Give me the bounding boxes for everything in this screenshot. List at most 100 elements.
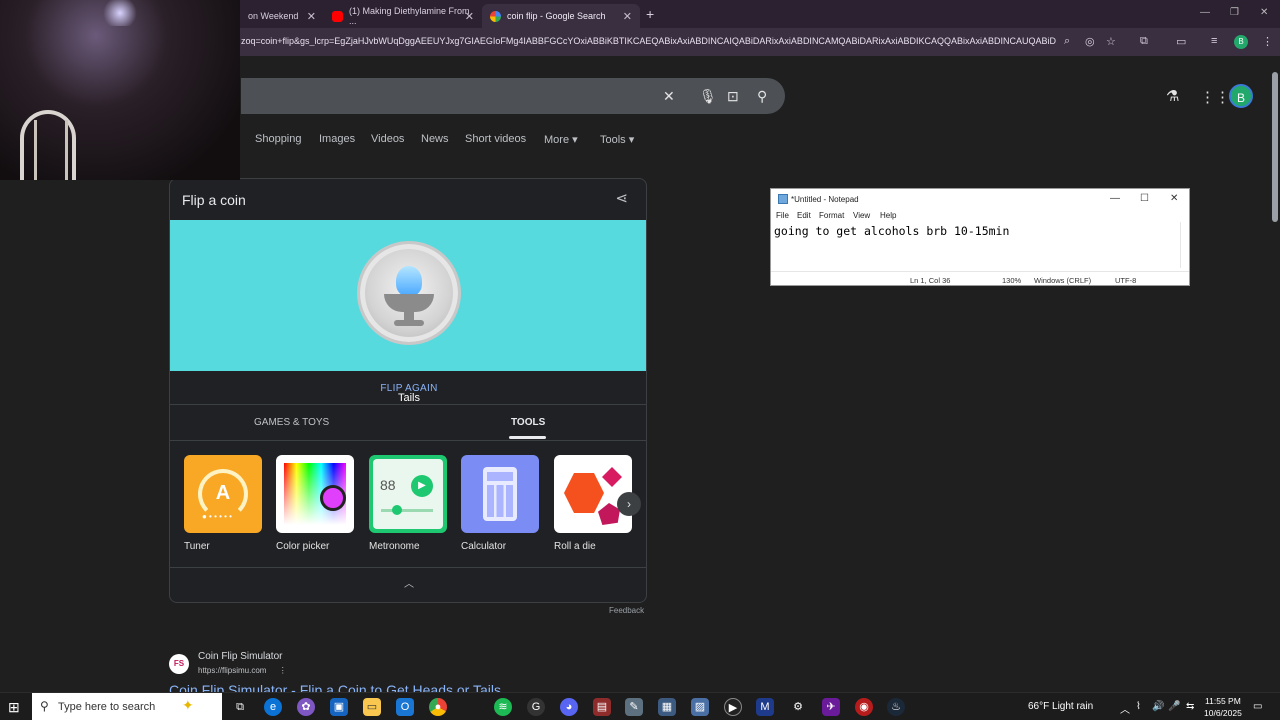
- menu-edit[interactable]: Edit: [797, 211, 811, 220]
- tool-color-picker[interactable]: Color picker: [276, 455, 354, 552]
- file-explorer-icon[interactable]: ▭: [363, 698, 381, 716]
- profile-avatar-small[interactable]: B: [1234, 35, 1248, 49]
- tab-games-toys[interactable]: GAMES & TOYS: [254, 417, 329, 428]
- minimize-icon[interactable]: —: [1110, 193, 1120, 204]
- nav-short-videos[interactable]: Short videos: [465, 133, 526, 145]
- apps-grid-icon[interactable]: ⋮⋮: [1200, 88, 1230, 106]
- eye-off-icon[interactable]: ◎: [1085, 35, 1095, 48]
- app-icon-2[interactable]: ✈: [822, 698, 840, 716]
- close-icon[interactable]: ✕: [1170, 193, 1178, 204]
- app-icon-3[interactable]: ◉: [855, 698, 873, 716]
- notepad-scrollbar[interactable]: [1180, 222, 1189, 268]
- coin[interactable]: [357, 241, 461, 345]
- profile-avatar[interactable]: B: [1229, 84, 1253, 108]
- new-tab-icon[interactable]: +: [646, 6, 654, 22]
- copilot-icon[interactable]: ✿: [297, 698, 315, 716]
- discord-icon[interactable]: ◕: [560, 698, 578, 716]
- search-icon[interactable]: ⚲: [757, 88, 767, 105]
- microphone-icon[interactable]: 🎙: [699, 88, 717, 105]
- edge-icon[interactable]: e: [264, 698, 282, 716]
- menu-file[interactable]: File: [776, 211, 789, 220]
- collapse-chevron-icon[interactable]: ︿: [170, 575, 646, 590]
- kebab-menu-icon[interactable]: ⋮: [1262, 35, 1273, 48]
- result-url-text: https://flipsimu.com: [198, 666, 267, 675]
- maximize-icon[interactable]: ❐: [1230, 7, 1239, 18]
- result-url[interactable]: https://flipsimu.com ⋮: [198, 666, 287, 675]
- nav-more[interactable]: More ▾: [544, 133, 578, 146]
- taskbar-search[interactable]: ⚲ Type here to search ✦: [32, 693, 222, 720]
- page-scrollbar[interactable]: [1270, 60, 1280, 692]
- search-icon: ⚲: [40, 699, 49, 713]
- tab-diethylamine[interactable]: (1) Making Diethylamine From ... ✕: [324, 4, 482, 28]
- weather-widget[interactable]: 66°F Light rain: [1028, 701, 1093, 712]
- color-picker-icon: [276, 455, 354, 533]
- nav-shopping[interactable]: Shopping: [255, 133, 302, 145]
- tray-overflow-icon[interactable]: ︿: [1120, 701, 1130, 716]
- settings-gear-icon[interactable]: ⚙: [789, 698, 807, 716]
- outlook-icon[interactable]: O: [396, 698, 414, 716]
- nav-tools-label: Tools: [600, 134, 626, 146]
- media-player-icon[interactable]: ▶: [724, 698, 742, 716]
- feedback-link[interactable]: Feedback: [609, 606, 644, 615]
- nav-news[interactable]: News: [421, 133, 449, 145]
- notifications-icon[interactable]: ▭: [1253, 701, 1262, 712]
- close-tab-icon[interactable]: ✕: [465, 10, 474, 23]
- zoom-icon[interactable]: ⌕: [1064, 35, 1070, 48]
- maximize-icon[interactable]: ☐: [1140, 193, 1149, 204]
- close-window-icon[interactable]: ✕: [1260, 7, 1268, 18]
- menu-view[interactable]: View: [853, 211, 870, 220]
- coin-display: Tails: [170, 220, 646, 404]
- nav-videos[interactable]: Videos: [371, 133, 404, 145]
- url-field[interactable]: zoq=coin+flip&gs_lcrp=EgZjaHJvbWUqDggAEE…: [241, 36, 1056, 46]
- notepad-taskbar-icon[interactable]: ✎: [625, 698, 643, 716]
- close-tab-icon[interactable]: ✕: [623, 10, 632, 23]
- tool-metronome[interactable]: 88 ▶ Metronome: [369, 455, 447, 552]
- tool-label: Tuner: [184, 541, 210, 552]
- photos-icon[interactable]: ▨: [691, 698, 709, 716]
- menu-help[interactable]: Help: [880, 211, 896, 220]
- scroll-thumb[interactable]: [1272, 72, 1278, 222]
- clear-search-icon[interactable]: ✕: [663, 88, 675, 105]
- screen-share-icon[interactable]: ▭: [1176, 35, 1186, 48]
- menu-format[interactable]: Format: [819, 211, 844, 220]
- clock-date: 10/6/2025: [1204, 708, 1242, 718]
- tab-weekend[interactable]: on Weekend ✕: [240, 4, 324, 28]
- microphone-tray-icon[interactable]: 🎤: [1168, 701, 1180, 712]
- tool-tuner[interactable]: A ● • • • • • Tuner: [184, 455, 262, 552]
- kebab-menu-icon[interactable]: ⋮: [279, 666, 287, 675]
- windows-start-icon[interactable]: ⊞: [8, 699, 20, 716]
- minimize-icon[interactable]: —: [1200, 7, 1210, 18]
- store-icon[interactable]: ▣: [330, 698, 348, 716]
- archive-icon[interactable]: ▤: [593, 698, 611, 716]
- lens-icon[interactable]: ⊡: [727, 88, 739, 105]
- steam-icon[interactable]: ♨: [887, 698, 905, 716]
- calculator-taskbar-icon[interactable]: ▦: [658, 698, 676, 716]
- bookmark-star-icon[interactable]: ☆: [1106, 35, 1116, 48]
- result-title-link[interactable]: Coin Flip Simulator - Flip a Coin to Get…: [169, 682, 501, 692]
- flip-again-button[interactable]: FLIP AGAIN: [170, 383, 646, 394]
- volume-icon[interactable]: 🔊: [1152, 701, 1164, 712]
- spotify-icon[interactable]: ≋: [494, 698, 512, 716]
- system-clock[interactable]: 11:55 PM 10/6/2025: [1204, 695, 1242, 719]
- network-icon[interactable]: ⌇: [1136, 701, 1141, 712]
- nav-images[interactable]: Images: [319, 133, 355, 145]
- usb-icon[interactable]: ⇆: [1186, 701, 1194, 712]
- extensions-icon[interactable]: ⧉: [1140, 35, 1148, 48]
- close-tab-icon[interactable]: ✕: [307, 10, 316, 23]
- task-view-icon[interactable]: ⧉: [231, 698, 249, 716]
- zoom-level: 130%: [1002, 276, 1022, 285]
- malwarebytes-icon[interactable]: M: [756, 698, 774, 716]
- tab-coin-flip[interactable]: coin flip - Google Search ✕: [482, 4, 640, 28]
- tool-calculator[interactable]: Calculator: [461, 455, 539, 552]
- media-controls-icon[interactable]: ≡: [1211, 35, 1217, 47]
- labs-flask-icon[interactable]: ⚗: [1166, 87, 1179, 105]
- chrome-icon[interactable]: ●: [429, 698, 447, 716]
- app-icon[interactable]: G: [527, 698, 545, 716]
- tab-tools[interactable]: TOOLS: [511, 417, 545, 428]
- notepad-text-area[interactable]: going to get alcohols brb 10-15min: [774, 224, 1009, 238]
- tuner-icon: A ● • • • • •: [184, 455, 262, 533]
- result-site-name[interactable]: Coin Flip Simulator: [198, 651, 282, 662]
- next-chevron-icon[interactable]: ›: [617, 492, 641, 516]
- nav-tools[interactable]: Tools ▾: [600, 133, 634, 146]
- share-icon[interactable]: ⋖: [615, 189, 628, 207]
